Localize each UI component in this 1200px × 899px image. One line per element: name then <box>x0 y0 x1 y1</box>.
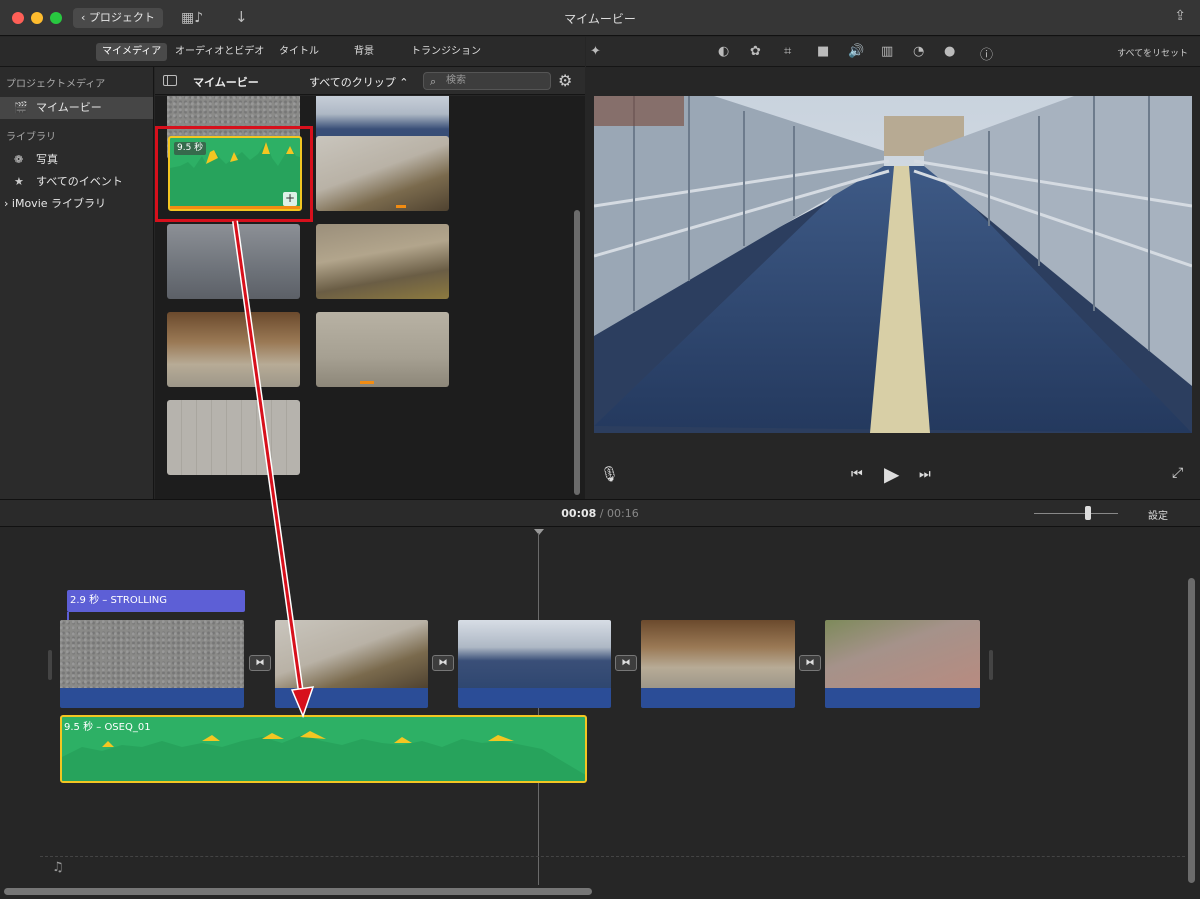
library-sidebar: プロジェクトメディア 🎬 マイムービー ライブラリ ❁ 写真 ★ すべてのイベント ›… <box>0 67 154 499</box>
timeline-vertical-scrollbar[interactable] <box>1188 578 1195 883</box>
transition-button[interactable]: ⧓ <box>432 655 454 671</box>
playhead-marker[interactable] <box>534 529 544 535</box>
search-placeholder: 検索 <box>446 75 466 86</box>
timecode-display: 00:08 / 00:16 <box>0 507 1200 520</box>
video-preview <box>594 96 1192 433</box>
video-clip[interactable] <box>641 620 795 708</box>
media-thumbnail[interactable] <box>167 312 300 387</box>
speed-icon[interactable]: ◔ <box>913 44 924 59</box>
music-note-icon: ♫ <box>52 860 64 875</box>
title-clip-label: 2.9 秒 – STROLLING <box>70 595 168 606</box>
tab-transitions[interactable]: トランジション <box>405 43 487 61</box>
title-clip[interactable]: 2.9 秒 – STROLLING <box>67 590 245 612</box>
microphone-icon[interactable]: 🎙 <box>600 465 619 483</box>
play-button[interactable]: ▶ <box>884 462 899 486</box>
color-correction-icon[interactable]: ✿ <box>750 44 761 59</box>
video-clip[interactable] <box>825 620 980 708</box>
tab-titles[interactable]: タイトル <box>273 43 325 61</box>
photos-icon: ❁ <box>14 153 24 166</box>
gear-icon[interactable]: ⚙ <box>558 71 572 90</box>
browser-title: マイムービー <box>193 76 259 89</box>
sidebar-item-label: 写真 <box>36 153 58 166</box>
playhead[interactable] <box>538 533 539 885</box>
clapper-icon: 🎬 <box>14 101 28 114</box>
info-icon[interactable]: ⓘ <box>980 44 993 63</box>
noise-reduction-icon[interactable]: ▥ <box>881 44 893 59</box>
audio-clip-label: 9.5 秒 – OSEQ_01 <box>64 722 151 733</box>
sidebar-item-photos[interactable]: ❁ 写真 <box>0 149 153 171</box>
media-thumbnail[interactable] <box>167 400 300 475</box>
fullscreen-icon[interactable]: ⤢ <box>1172 465 1183 481</box>
viewer: 🎙 ⏮ ▶ ⏭ ⤢ <box>586 67 1200 499</box>
magic-wand-icon[interactable]: ✦ <box>590 44 601 59</box>
imovie-window: ‹ プロジェクト ▦♪ ↓ マイムービー ⇪ マイメディア オーディオとビデオ … <box>0 0 1200 899</box>
reset-all-button[interactable]: すべてをリセット <box>1117 46 1188 59</box>
window-title: マイムービー <box>564 12 636 26</box>
sidebar-item-label: すべてのイベント <box>36 175 123 188</box>
media-thumbnail[interactable] <box>167 224 300 299</box>
skip-back-button[interactable]: ⏮ <box>851 467 863 482</box>
browser-tabs: マイメディア オーディオとビデオ タイトル 背景 トランジション <box>0 37 585 67</box>
media-thumbnail[interactable] <box>316 312 449 387</box>
sidebar-item-label: マイムービー <box>36 101 102 114</box>
browser-header: マイムービー すべてのクリップ ⌃ ⌕ 検索 ⚙ <box>155 67 585 95</box>
chevron-right-icon: › <box>4 197 12 210</box>
media-thumbnail[interactable] <box>316 136 449 211</box>
sidebar-toggle-icon[interactable] <box>163 75 177 86</box>
search-icon: ⌕ <box>430 75 437 88</box>
viewer-toolbar: ✦ ◐ ✿ ⌗ ■ 🔊 ▥ ◔ ● ⓘ すべてをリセット <box>586 37 1200 67</box>
timeline-settings-button[interactable]: 設定 <box>1148 507 1168 522</box>
project-media-header: プロジェクトメディア <box>6 79 106 90</box>
timeline-end-handle[interactable] <box>989 650 993 680</box>
music-well[interactable] <box>40 856 1185 882</box>
title-bar: ‹ プロジェクト ▦♪ ↓ マイムービー ⇪ <box>0 0 1200 36</box>
search-input[interactable]: ⌕ 検索 <box>423 72 551 90</box>
volume-icon[interactable]: 🔊 <box>848 44 864 59</box>
clip-filter-label: すべてのクリップ <box>309 76 396 89</box>
sidebar-item-all-events[interactable]: ★ すべてのイベント <box>0 171 153 193</box>
current-time: 00:08 <box>561 507 597 520</box>
time-separator: / <box>599 507 604 520</box>
video-clip[interactable] <box>275 620 428 708</box>
tab-backgrounds[interactable]: 背景 <box>348 43 380 61</box>
annotation-highlight-box <box>155 126 313 222</box>
zoom-slider-knob[interactable] <box>1085 506 1091 520</box>
media-thumbnail[interactable] <box>316 224 449 299</box>
total-time: 00:16 <box>607 507 639 520</box>
star-icon: ★ <box>14 175 24 188</box>
browser-scrollbar[interactable] <box>574 210 580 495</box>
tab-audio-video[interactable]: オーディオとビデオ <box>169 43 270 61</box>
transition-button[interactable]: ⧓ <box>615 655 637 671</box>
library-header: ライブラリ <box>6 132 56 143</box>
video-clip[interactable] <box>60 620 244 708</box>
timeline-header: 00:08 / 00:16 設定 <box>0 499 1200 527</box>
tab-my-media[interactable]: マイメディア <box>96 43 168 61</box>
sidebar-item-imovie-library[interactable]: › iMovie ライブラリ <box>0 193 153 215</box>
color-balance-icon[interactable]: ◐ <box>718 44 729 59</box>
zoom-slider[interactable] <box>1034 513 1118 514</box>
sidebar-item-my-movie[interactable]: 🎬 マイムービー <box>0 97 153 119</box>
clip-filter-popup[interactable]: すべてのクリップ ⌃ <box>309 74 409 90</box>
skip-forward-button[interactable]: ⏭ <box>919 467 931 482</box>
timeline-start-handle[interactable] <box>48 650 52 680</box>
share-icon[interactable]: ⇪ <box>1174 8 1186 24</box>
transition-button[interactable]: ⧓ <box>249 655 271 671</box>
video-clip[interactable] <box>458 620 611 708</box>
transition-button[interactable]: ⧓ <box>799 655 821 671</box>
timeline-horizontal-scrollbar[interactable] <box>4 888 592 895</box>
timeline <box>0 528 1200 899</box>
background-audio-clip[interactable]: 9.5 秒 – OSEQ_01 <box>60 715 587 783</box>
crop-icon[interactable]: ⌗ <box>784 44 791 59</box>
sidebar-item-label: iMovie ライブラリ <box>11 197 107 210</box>
clip-filter-icon[interactable]: ● <box>944 44 955 59</box>
stabilization-icon[interactable]: ■ <box>817 44 829 59</box>
